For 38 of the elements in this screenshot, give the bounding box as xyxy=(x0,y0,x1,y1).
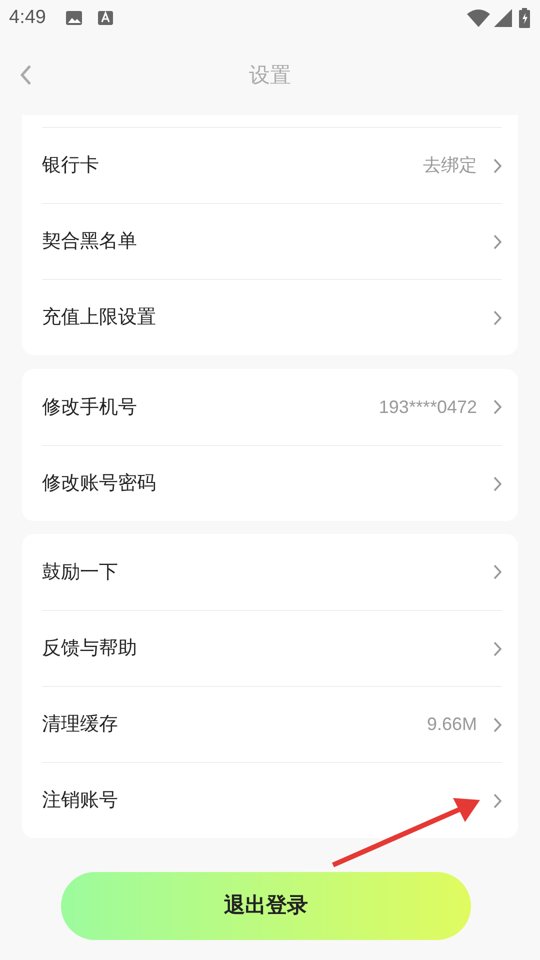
settings-row[interactable]: 鼓励一下 xyxy=(42,534,502,610)
settings-row[interactable]: 修改手机号 193****0472 xyxy=(42,369,502,445)
row-label: 反馈与帮助 xyxy=(42,636,138,662)
row-label: 修改手机号 xyxy=(42,394,138,420)
row-label: 充值上限设置 xyxy=(42,305,157,330)
logout-button[interactable]: 退出登录 xyxy=(61,872,471,940)
wifi-icon xyxy=(467,9,490,27)
row-label: 修改账号密码 xyxy=(42,471,157,496)
row-label: 清理缓存 xyxy=(42,712,119,738)
settings-row[interactable]: 充值上限设置 xyxy=(42,279,502,355)
chevron-right-icon xyxy=(493,564,502,580)
font-icon xyxy=(98,10,113,26)
row-label: 注销账号 xyxy=(42,788,119,814)
clock-text: 4:49 xyxy=(9,6,46,30)
chevron-right-icon xyxy=(493,310,502,326)
row-value: 193****0472 xyxy=(378,396,477,418)
chevron-right-icon xyxy=(493,399,502,415)
chevron-right-icon xyxy=(493,792,502,808)
settings-row[interactable]: 契合黑名单 xyxy=(42,203,502,279)
row-label: 契合黑名单 xyxy=(42,229,138,254)
settings-row[interactable]: 反馈与帮助 xyxy=(42,610,502,686)
settings-row[interactable]: 修改账号密码 xyxy=(42,445,502,521)
settings-row[interactable]: 清理缓存 9.66M xyxy=(42,686,502,762)
chevron-right-icon xyxy=(493,234,502,250)
image-icon xyxy=(66,10,84,26)
battery-icon xyxy=(519,8,530,28)
chevron-right-icon xyxy=(493,716,502,732)
row-value: 去绑定 xyxy=(423,154,477,177)
settings-row[interactable]: 银行卡 去绑定 xyxy=(42,127,502,203)
row-label: 银行卡 xyxy=(42,153,100,178)
row-label: 鼓励一下 xyxy=(42,560,119,585)
chevron-right-icon xyxy=(493,158,502,174)
back-icon[interactable] xyxy=(20,64,32,86)
signal-icon xyxy=(494,9,512,27)
chevron-right-icon xyxy=(493,476,502,492)
row-value: 9.66M xyxy=(426,713,477,736)
chevron-right-icon xyxy=(493,640,502,656)
page-title: 设置 xyxy=(249,62,291,89)
